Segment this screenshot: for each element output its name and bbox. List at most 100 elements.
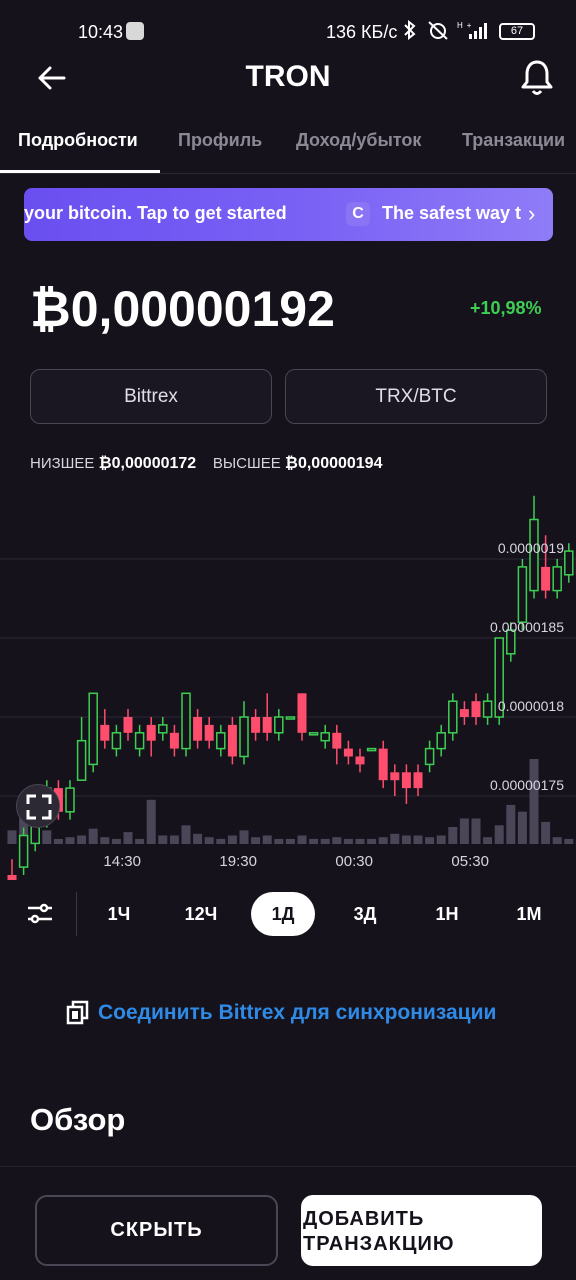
fullscreen-icon [26, 794, 52, 820]
volume-bar [251, 837, 261, 844]
fullscreen-button[interactable] [16, 784, 60, 828]
sliders-icon [28, 903, 52, 924]
tab-transactions[interactable]: Транзакции [462, 130, 565, 151]
candle-body-up [552, 566, 562, 592]
candle-body-down [378, 748, 388, 781]
volume-bar [483, 837, 493, 844]
candle-body-down [343, 748, 353, 757]
volume-bar [541, 821, 551, 844]
timeframe-1w[interactable]: 1Н [415, 892, 479, 936]
candle-body-up [424, 747, 435, 766]
signal-label: H+ [457, 21, 475, 30]
current-price: ₿0,00000192 [30, 281, 335, 337]
timeframe-bar: 1Ч 12Ч 1Д 3Д 1Н 1М [0, 890, 576, 940]
volume-bar [436, 835, 446, 844]
volume-bar [448, 827, 458, 844]
candle-body-up [448, 700, 458, 734]
volume-bar [227, 835, 237, 844]
volume-bar [77, 835, 87, 844]
page-title: TRON [245, 60, 331, 93]
volume-bar [274, 838, 284, 844]
exchange-selector[interactable]: Bittrex [30, 369, 272, 424]
high-label: ВЫСШЕЕ [212, 455, 281, 472]
candle-body-down [193, 717, 203, 741]
low-value: ₿0,00000172 [98, 455, 197, 472]
copy-link-icon [66, 1000, 89, 1025]
volume-bar [193, 833, 203, 844]
divider [76, 892, 77, 936]
volume-bar [343, 838, 353, 844]
volume-bar [111, 838, 121, 844]
signal-icon: H+ [457, 21, 488, 39]
candle-body-down [262, 717, 272, 733]
volume-bar [355, 838, 365, 844]
candle-body-up [88, 692, 98, 766]
candle-body-up [216, 732, 226, 750]
candle-body-up [320, 732, 330, 742]
candle-body-up [482, 700, 493, 718]
candle-body-up [158, 724, 168, 734]
volume-bar [309, 838, 319, 844]
tab-details[interactable]: Подробности [18, 130, 138, 151]
y-tick-label: 0.0000019 [498, 540, 564, 556]
timeframe-3d[interactable]: 3Д [333, 892, 397, 936]
status-icons: H+ [402, 19, 491, 42]
candle-body-up [111, 732, 122, 750]
chevron-right-icon: › [528, 201, 536, 226]
candle-body-down [146, 724, 156, 741]
volume-bar [471, 818, 481, 844]
timeframe-12h[interactable]: 12Ч [169, 892, 233, 936]
pair-selector[interactable]: TRX/BTC [285, 369, 547, 424]
bell-icon [521, 60, 553, 95]
connect-exchange-label: Соединить Bittrex для синхронизации [98, 1001, 497, 1024]
volume-bar [146, 799, 156, 844]
volume-bar [216, 838, 226, 844]
volume-bar [425, 837, 435, 844]
volume-bar [494, 825, 504, 844]
timeframe-1d[interactable]: 1Д [251, 892, 315, 936]
alarm-off-icon [428, 21, 448, 40]
candle-body-up [76, 739, 87, 781]
x-tick-label: 00:30 [335, 853, 373, 870]
candle-body-down [459, 709, 469, 717]
candle-body-up [564, 550, 574, 576]
volume-bar [285, 838, 295, 844]
candle-body-down [100, 724, 110, 741]
add-transaction-label-line1: ДОБАВИТЬ [303, 1208, 425, 1230]
candle-body-up [239, 716, 249, 758]
candle-body-down [332, 732, 342, 749]
tab-profit-loss[interactable]: Доход/убыток [296, 130, 421, 151]
y-tick-label: 0.0000018 [498, 698, 564, 714]
hide-button[interactable]: СКРЫТЬ [35, 1195, 278, 1266]
volume-bar [169, 835, 179, 844]
candle-body-up [308, 732, 319, 736]
volume-bar [158, 835, 168, 844]
volume-bar [332, 837, 342, 844]
candle-body-down [413, 772, 423, 789]
volume-bar [262, 835, 272, 844]
volume-bar [88, 828, 98, 844]
bluetooth-icon [404, 19, 416, 41]
volume-bar [367, 838, 377, 844]
chart-settings-button[interactable] [26, 902, 54, 931]
status-bar: 10:43 136 КБ/с H+ 67 [0, 0, 576, 60]
candle-body-up [134, 732, 145, 750]
timeframe-1m[interactable]: 1М [497, 892, 561, 936]
candle-body-down [471, 701, 481, 717]
battery-icon: 67 [499, 23, 535, 40]
add-transaction-button[interactable]: ДОБАВИТЬ ТРАНЗАКЦИЮ [301, 1195, 542, 1266]
volume-bar [401, 835, 411, 844]
volume-bar [529, 759, 539, 844]
high-value: ₿0,00000194 [284, 455, 383, 472]
candlestick-chart[interactable]: 0.0000019 0.00000185 0.0000018 0.00000175 14… [0, 480, 576, 880]
banner-text-right: The safest way t [382, 203, 522, 223]
status-time: 10:43 [78, 22, 124, 42]
promo-banner[interactable]: your bitcoin. Tap to get started C The s… [24, 188, 553, 241]
volume-bar [53, 838, 63, 844]
notifications-button[interactable] [518, 58, 556, 98]
volume-bar [297, 835, 307, 844]
x-tick-label: 19:30 [219, 853, 257, 870]
timeframe-1h[interactable]: 1Ч [87, 892, 151, 936]
tab-profile[interactable]: Профиль [178, 130, 262, 151]
volume-bar [42, 830, 52, 844]
